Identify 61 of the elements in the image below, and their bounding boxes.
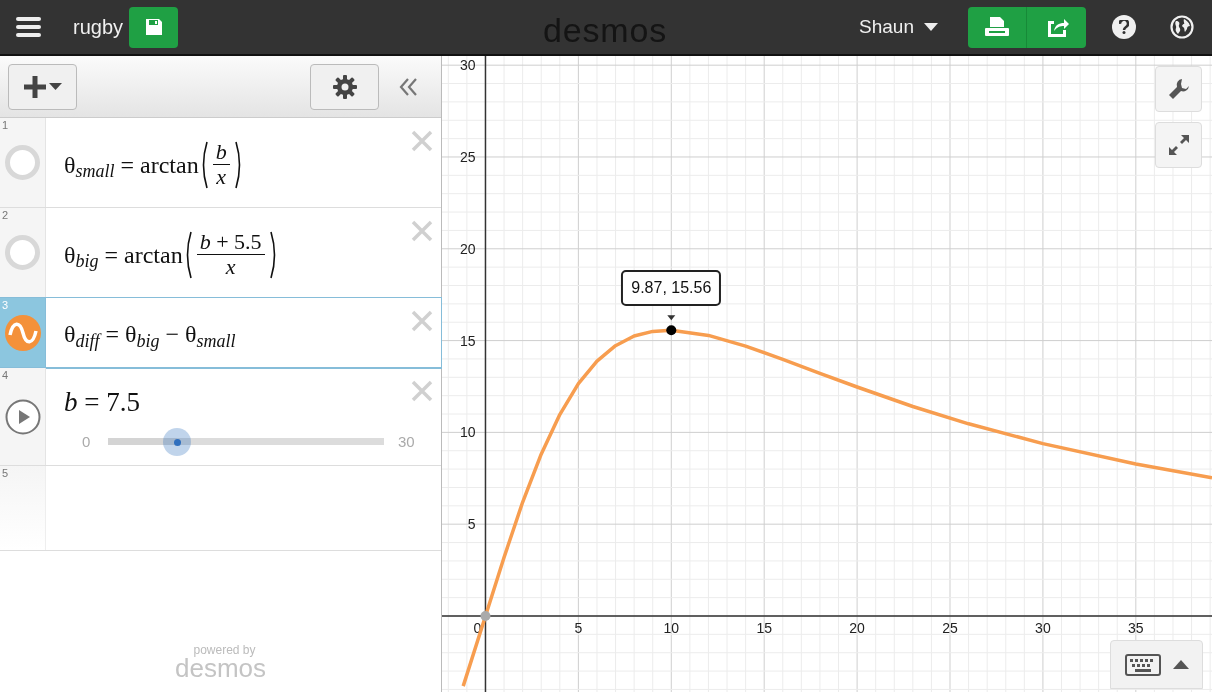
pointer-icon	[667, 315, 676, 321]
slider-thumb[interactable]	[163, 428, 191, 456]
play-icon[interactable]	[4, 398, 41, 435]
tick-label: 25	[942, 620, 958, 636]
tick-label: 5	[467, 516, 476, 533]
help-icon[interactable]	[1112, 15, 1136, 39]
save-button[interactable]	[129, 6, 179, 48]
add-item-button[interactable]	[8, 63, 77, 110]
tick-label: 15	[459, 332, 476, 349]
graph-settings-button[interactable]	[1155, 66, 1202, 112]
expression-row[interactable]: 2 θ$_{big}$ = arctan b + 5.5 x	[0, 208, 441, 298]
visibility-toggle[interactable]	[5, 145, 40, 180]
line-number: 5	[2, 467, 9, 480]
keyboard-button[interactable]	[1110, 640, 1203, 689]
intercept-point[interactable]	[480, 611, 491, 621]
expression-row[interactable]: 3 θ$_{diff}$ = θ$_{big}$ − θ$_{small}$	[0, 298, 441, 368]
tick-label: 10	[459, 424, 476, 441]
math-expression[interactable]: θ$_{small}$ = arctan	[64, 146, 199, 183]
line-number: 2	[2, 209, 9, 222]
globe-icon[interactable]	[1170, 15, 1194, 39]
slider-min: 0	[82, 431, 92, 452]
keyboard-icon	[1124, 653, 1161, 676]
graph-title[interactable]: rugby	[73, 12, 124, 42]
wrench-icon	[1167, 78, 1190, 100]
caret-icon	[924, 23, 938, 31]
settings-button[interactable]	[310, 63, 379, 110]
tick-label: 25	[459, 149, 476, 165]
fraction[interactable]: b + 5.5 x	[192, 230, 269, 279]
plus-icon	[23, 74, 47, 99]
math-expression[interactable]: θ$_{big}$ = arctan	[64, 236, 183, 273]
caret-up-icon	[1172, 660, 1189, 669]
line-number: 4	[2, 369, 9, 382]
math-expression[interactable]: b = 7.5	[64, 382, 140, 423]
tick-label: 30	[1035, 620, 1051, 636]
expression-row[interactable]: 4 b = 7.5 0 30	[0, 368, 441, 466]
tick-label: 10	[663, 620, 680, 636]
powered-by-text: powered by	[193, 644, 256, 656]
tick-label: 15	[756, 620, 772, 636]
user-menu[interactable]: Shaun	[859, 12, 938, 42]
point-marker[interactable]	[666, 325, 677, 336]
collapse-icon[interactable]	[399, 76, 419, 97]
slider-max: 30	[398, 431, 415, 452]
expression-row[interactable]: 5	[0, 466, 441, 551]
math-expression[interactable]: θ$_{diff}$ = θ$_{big}$ − θ$_{small}$	[64, 316, 236, 352]
tick-label: 20	[459, 240, 476, 257]
tick-label: 30	[459, 57, 476, 74]
menu-icon[interactable]	[16, 17, 41, 37]
tick-label: 35	[1128, 620, 1144, 636]
expand-icon	[1167, 134, 1190, 156]
desmos-logo: desmos	[174, 656, 266, 680]
tick-label: 5	[574, 620, 583, 636]
caret-icon	[49, 83, 62, 90]
zoom-fit-button[interactable]	[1155, 122, 1202, 168]
tick-label: 20	[849, 620, 865, 636]
coordinate-label: 9.87, 15.56	[621, 270, 722, 307]
printer-icon	[984, 17, 1010, 37]
save-icon	[143, 17, 164, 37]
visibility-toggle[interactable]	[5, 235, 40, 270]
line-number: 3	[2, 299, 9, 312]
fraction[interactable]: b x	[208, 140, 234, 189]
line-number: 1	[2, 119, 9, 132]
